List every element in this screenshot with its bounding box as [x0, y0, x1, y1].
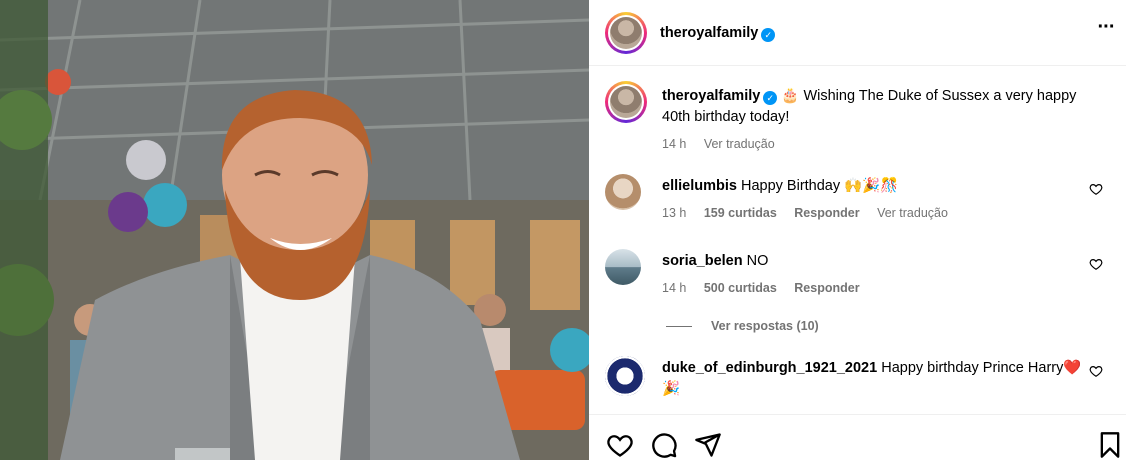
caption-meta: 14 h Ver tradução: [662, 137, 1107, 151]
comment-like-heart-icon[interactable]: [1089, 364, 1103, 378]
caption-translate-link[interactable]: Ver tradução: [704, 137, 775, 151]
replies-divider-line: [666, 325, 692, 327]
reply-button[interactable]: Responder: [794, 281, 859, 295]
post-header: theroyalfamily ✓ ···: [589, 0, 1126, 66]
comment-text: Happy Birthday 🙌🎉🎊: [740, 178, 899, 194]
heart-icon[interactable]: [606, 431, 634, 459]
reply-button[interactable]: Responder: [794, 206, 859, 220]
commenter-avatar[interactable]: [605, 356, 645, 396]
view-replies-label: Ver respostas (10): [711, 319, 819, 333]
comment-username[interactable]: duke_of_edinburgh_1921_2021: [662, 360, 877, 376]
commenter-avatar[interactable]: [605, 249, 641, 285]
author-name-row: theroyalfamily ✓: [660, 24, 776, 42]
bookmark-icon[interactable]: [1096, 431, 1124, 459]
commenter-avatar[interactable]: [605, 174, 641, 210]
comment-translate-link[interactable]: Ver tradução: [877, 206, 948, 220]
post-photo-art: [0, 0, 589, 460]
comment-meta: 13 h 159 curtidas Responder Ver tradução: [662, 206, 1092, 220]
comment-icon[interactable]: [650, 431, 678, 459]
author-username[interactable]: theroyalfamily: [660, 25, 758, 41]
caption-avatar[interactable]: [605, 81, 647, 123]
post-side-panel: theroyalfamily ✓ ··· theroyalfamily ✓ 🎂 Wi…: [589, 0, 1126, 460]
comment-like-heart-icon[interactable]: [1089, 257, 1103, 271]
caption-time[interactable]: 14 h: [662, 137, 686, 151]
comment-body: soria_belen NO 14 h 500 curtidas Respond…: [662, 251, 1092, 295]
view-replies-button[interactable]: Ver respostas (10): [666, 319, 819, 333]
caption-text-row: theroyalfamily ✓ 🎂 Wishing The Duke of Su…: [662, 86, 1107, 128]
comment-meta: 14 h 500 curtidas Responder: [662, 281, 1092, 295]
post-action-bar: [589, 414, 1126, 460]
comment-likes[interactable]: 159 curtidas: [704, 206, 777, 220]
comment-username[interactable]: ellielumbis: [662, 178, 737, 194]
comment-username[interactable]: soria_belen: [662, 253, 743, 269]
post-photo[interactable]: [0, 0, 589, 460]
share-icon[interactable]: [694, 431, 722, 459]
verified-badge-icon: ✓: [761, 28, 776, 42]
caption-username[interactable]: theroyalfamily: [662, 88, 760, 104]
comment-time[interactable]: 14 h: [662, 281, 686, 295]
more-options-icon[interactable]: ···: [1096, 17, 1116, 42]
comment-text: NO: [746, 253, 769, 269]
comment-like-heart-icon[interactable]: [1089, 182, 1103, 196]
author-avatar[interactable]: [605, 12, 647, 54]
comment-body: duke_of_edinburgh_1921_2021 Happy birthd…: [662, 358, 1097, 400]
comment-time[interactable]: 13 h: [662, 206, 686, 220]
caption: theroyalfamily ✓ 🎂 Wishing The Duke of Su…: [662, 86, 1107, 151]
comment-body: ellielumbis Happy Birthday 🙌🎉🎊 13 h 159 …: [662, 176, 1092, 220]
cake-emoji: 🎂: [781, 88, 800, 104]
verified-badge-icon: ✓: [763, 91, 778, 105]
comment-likes[interactable]: 500 curtidas: [704, 281, 777, 295]
